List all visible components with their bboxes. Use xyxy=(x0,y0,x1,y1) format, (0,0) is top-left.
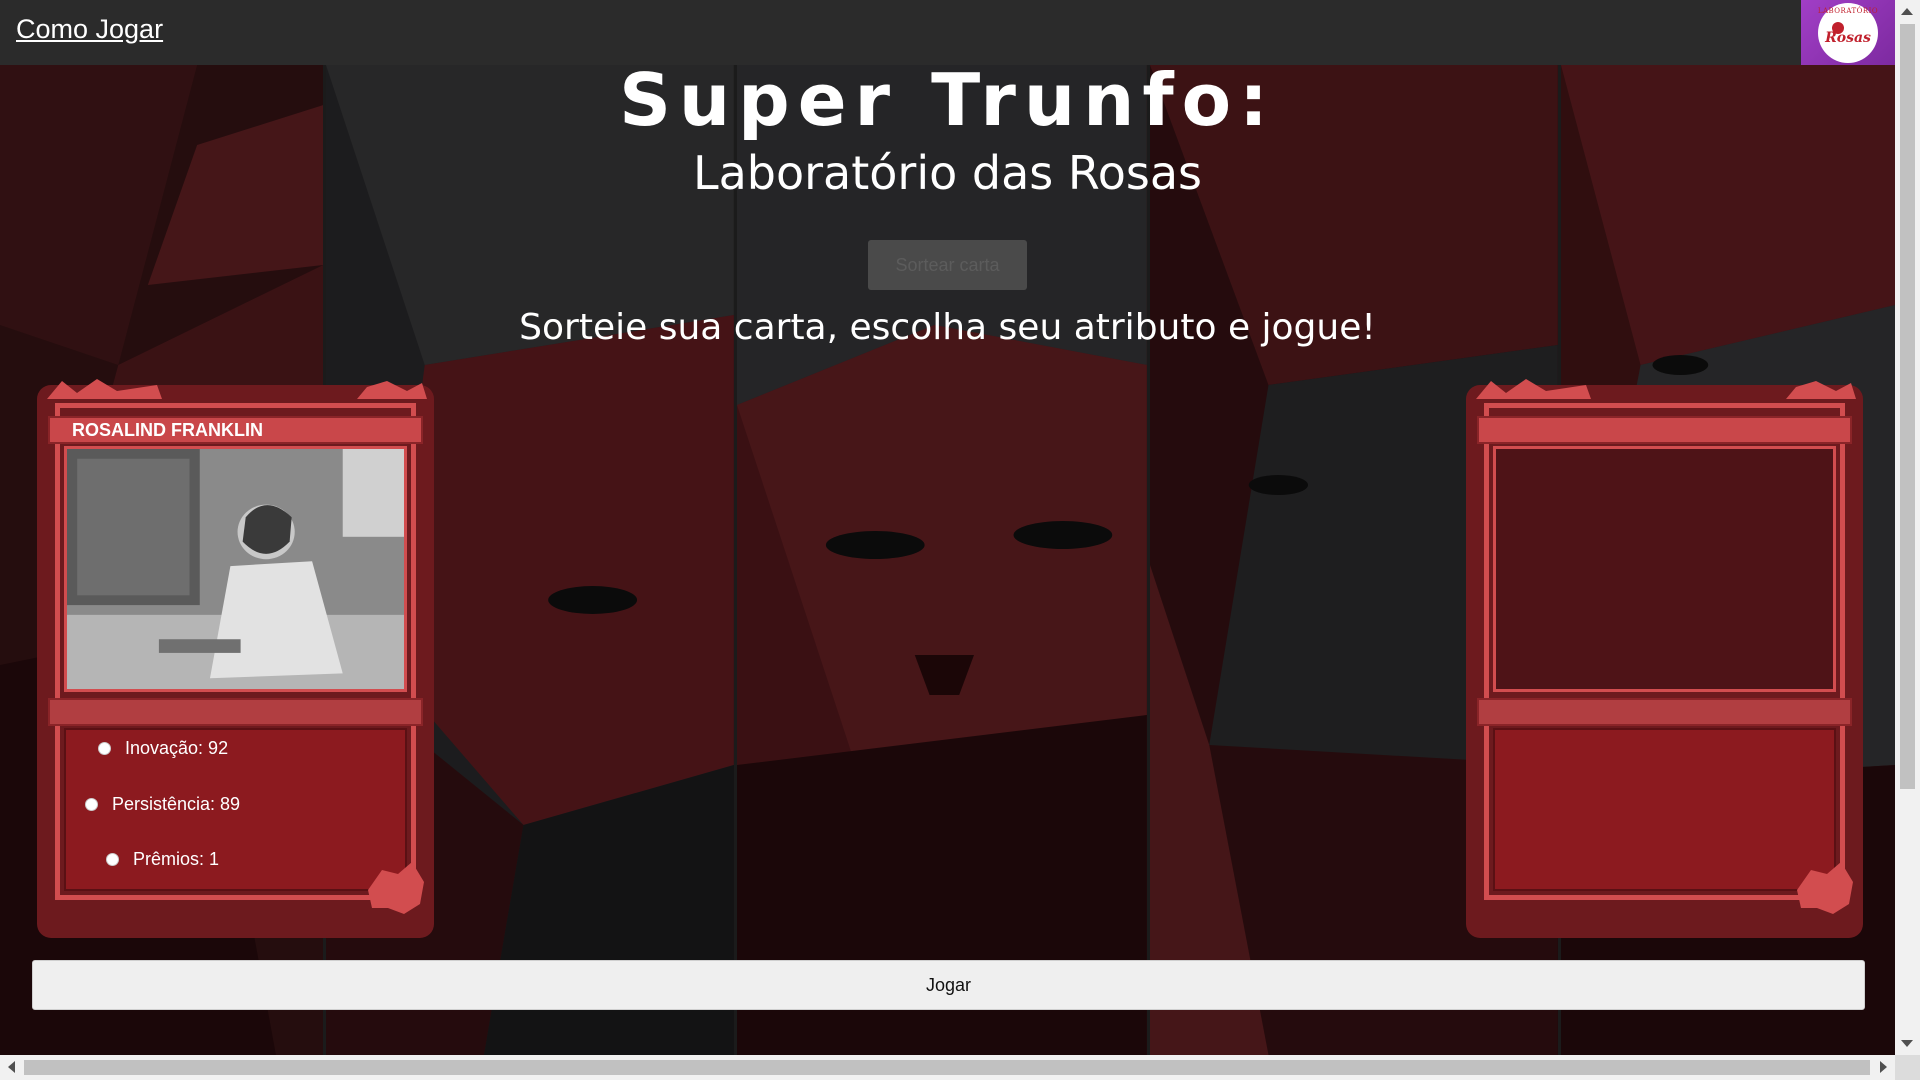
play-button[interactable]: Jogar xyxy=(32,960,1865,1010)
rose-ornament-icon xyxy=(368,862,424,914)
attribute-option-innovation[interactable]: Inovação: 92 xyxy=(98,738,228,759)
player-card: ROSALIND FRANKLIN Inovação: 92 Persistên… xyxy=(37,379,434,938)
card-portrait-placeholder xyxy=(1493,446,1836,692)
rose-ornament-icon xyxy=(1797,862,1853,914)
radio-button[interactable] xyxy=(85,798,98,811)
attribute-option-awards[interactable]: Prêmios: 1 xyxy=(106,849,219,870)
card-frame: ROSALIND FRANKLIN Inovação: 92 Persistên… xyxy=(48,403,423,900)
card-portrait-photo xyxy=(64,446,407,692)
radio-button[interactable] xyxy=(106,853,119,866)
horizontal-scroll-thumb[interactable] xyxy=(24,1060,1870,1075)
card-attributes-panel: Inovação: 92 Persistência: 89 Prêmios: 1 xyxy=(64,728,407,891)
card-crown-ornament xyxy=(47,379,427,399)
radio-button[interactable] xyxy=(98,742,111,755)
card-crown-ornament xyxy=(1476,379,1856,399)
page-subtitle: Laboratório das Rosas xyxy=(692,146,1203,200)
page-title: Super Trunfo: xyxy=(619,58,1276,142)
logo-top-text: LABORATÓRIO xyxy=(1817,6,1879,15)
attribute-label: Persistência: 89 xyxy=(112,794,241,814)
logo-badge: LABORATÓRIO Rosas xyxy=(1817,2,1879,63)
opponent-card xyxy=(1466,379,1863,938)
attribute-label: Inovação: 92 xyxy=(125,738,229,758)
lab-rosas-logo[interactable]: LABORATÓRIO Rosas xyxy=(1801,0,1895,65)
vertical-scroll-thumb[interactable] xyxy=(1900,24,1915,789)
scroll-down-icon[interactable] xyxy=(1901,1040,1913,1047)
draw-card-button[interactable]: Sortear carta xyxy=(868,240,1027,290)
top-navbar: Como Jogar LABORATÓRIO Rosas xyxy=(0,0,1895,65)
attribute-option-persistence[interactable]: Persistência: 89 xyxy=(85,794,240,815)
how-to-play-link[interactable]: Como Jogar xyxy=(16,14,163,45)
card-attributes-panel xyxy=(1493,728,1836,891)
instruction-text: Sorteie sua carta, escolha seu atributo … xyxy=(519,307,1376,348)
scroll-right-icon[interactable] xyxy=(1880,1061,1887,1073)
game-page: Como Jogar LABORATÓRIO Rosas Super Trunf… xyxy=(0,0,1920,1080)
scrollbar-corner xyxy=(1895,1055,1920,1080)
card-name: ROSALIND FRANKLIN xyxy=(48,416,423,444)
card-mid-ribbon xyxy=(48,698,423,726)
logo-mid-text: Rosas xyxy=(1825,29,1871,46)
card-name xyxy=(1477,416,1852,444)
rose-icon xyxy=(1832,21,1844,34)
scroll-up-icon[interactable] xyxy=(1901,8,1913,15)
attribute-label: Prêmios: 1 xyxy=(133,849,220,869)
card-frame xyxy=(1477,403,1852,900)
vertical-scrollbar[interactable] xyxy=(1895,0,1920,1055)
scroll-left-icon[interactable] xyxy=(8,1061,15,1073)
card-mid-ribbon xyxy=(1477,698,1852,726)
horizontal-scrollbar[interactable] xyxy=(0,1055,1895,1080)
